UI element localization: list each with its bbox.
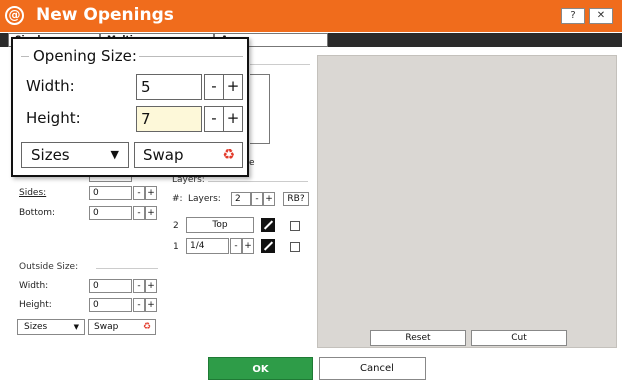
new-openings-window: @ New Openings ? ✕ Single Multi Away Sid…	[0, 0, 622, 384]
layer-1-decrement-button[interactable]: -	[230, 238, 242, 254]
sizes-dropdown[interactable]: Sizes ▼	[21, 142, 129, 168]
outside-size-heading: Outside Size:	[19, 262, 79, 272]
bottom-increment-button[interactable]: +	[145, 206, 157, 220]
outside-height-decrement-button[interactable]: -	[133, 298, 145, 312]
divider	[139, 56, 243, 57]
layer-2-checkbox[interactable]	[290, 221, 300, 231]
bottom-label: Bottom:	[19, 208, 56, 218]
ok-button[interactable]: OK	[208, 357, 313, 380]
layers-count-label: Layers:	[188, 194, 221, 204]
divider	[208, 181, 308, 182]
height-label: Height:	[26, 109, 81, 127]
swap-button[interactable]: Swap ♻	[134, 142, 243, 168]
reset-button[interactable]: Reset	[370, 330, 466, 346]
layers-count-field[interactable]: 2	[231, 192, 251, 206]
layer-row-number: 2	[173, 221, 179, 231]
sizes-label: Sizes	[31, 146, 70, 164]
width-increment-button[interactable]: +	[223, 74, 243, 100]
height-field[interactable]: 7	[136, 106, 202, 132]
outside-height-label: Height:	[19, 300, 52, 310]
outside-swap-label: Swap	[94, 322, 119, 332]
help-button[interactable]: ?	[561, 8, 585, 24]
outside-width-label: Width:	[19, 281, 49, 291]
outside-height-field[interactable]: 0	[89, 298, 132, 312]
outside-width-decrement-button[interactable]: -	[133, 279, 145, 293]
bottom-decrement-button[interactable]: -	[133, 206, 145, 220]
outside-width-field[interactable]: 0	[89, 279, 132, 293]
height-decrement-button[interactable]: -	[204, 106, 224, 132]
swap-icon: ♻	[222, 147, 235, 163]
layer-1-field[interactable]: 1/4	[186, 238, 229, 254]
sides-decrement-button[interactable]: -	[133, 186, 145, 200]
divider	[250, 64, 310, 65]
sides-label: Sides:	[19, 188, 47, 198]
width-field[interactable]: 5	[136, 74, 202, 100]
window-title: New Openings	[36, 5, 174, 25]
edge-label-fragment: e	[249, 158, 255, 168]
layer-1-increment-button[interactable]: +	[242, 238, 254, 254]
layers-decrement-button[interactable]: -	[251, 192, 263, 206]
close-button[interactable]: ✕	[589, 8, 613, 24]
outside-width-increment-button[interactable]: +	[145, 279, 157, 293]
width-label: Width:	[26, 77, 75, 95]
height-increment-button[interactable]: +	[223, 106, 243, 132]
opening-size-zoom-panel: Opening Size: Width: 5 - + Height: 7 - +…	[11, 37, 249, 177]
width-decrement-button[interactable]: -	[204, 74, 224, 100]
layers-count-prefix: #:	[172, 194, 183, 204]
divider	[96, 268, 158, 269]
rb-toggle-button[interactable]: RB?	[283, 192, 309, 206]
edit-pen-icon[interactable]	[261, 239, 275, 253]
sides-increment-button[interactable]: +	[145, 186, 157, 200]
opening-shape-preview	[250, 74, 270, 144]
outside-sizes-label: Sizes	[24, 322, 48, 332]
opening-size-heading: Opening Size:	[30, 47, 140, 65]
cancel-button[interactable]: Cancel	[319, 357, 426, 380]
outside-height-increment-button[interactable]: +	[145, 298, 157, 312]
app-logo-icon: @	[5, 6, 24, 25]
chevron-down-icon: ▼	[73, 323, 79, 331]
layers-increment-button[interactable]: +	[263, 192, 275, 206]
layer-row-number: 1	[173, 242, 179, 252]
swap-icon: ♻	[142, 322, 151, 332]
sides-field[interactable]: 0	[89, 186, 132, 200]
swap-label: Swap	[143, 146, 184, 164]
bottom-field[interactable]: 0	[89, 206, 132, 220]
divider	[21, 56, 29, 57]
layer-1-checkbox[interactable]	[290, 242, 300, 252]
outside-sizes-dropdown[interactable]: Sizes ▼	[17, 319, 85, 335]
preview-canvas[interactable]	[317, 55, 617, 348]
layer-2-button[interactable]: Top	[186, 217, 254, 233]
edit-pen-icon[interactable]	[261, 218, 275, 232]
cut-button[interactable]: Cut	[471, 330, 567, 346]
chevron-down-icon: ▼	[110, 148, 119, 161]
outside-swap-button[interactable]: Swap ♻	[88, 319, 156, 335]
title-bar: @ New Openings ? ✕	[0, 0, 622, 32]
